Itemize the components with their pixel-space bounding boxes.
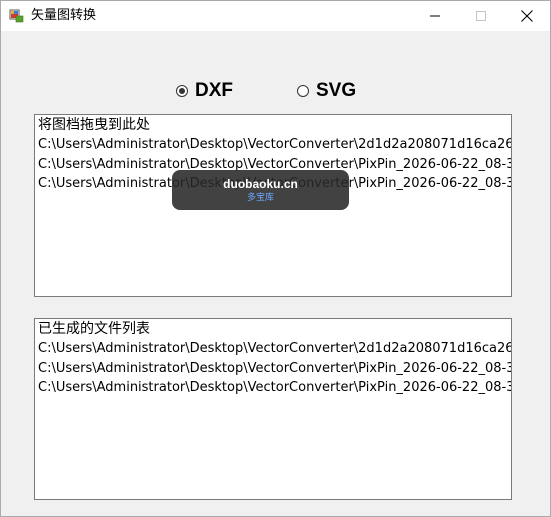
radio-svg-label: SVG <box>316 80 357 101</box>
watermark-overlay: duobaoku.cn 多宝库 <box>172 170 349 210</box>
radio-svg-indicator[interactable] <box>297 85 309 97</box>
app-icon <box>9 9 24 23</box>
output-list-header: 已生成的文件列表 <box>38 321 150 337</box>
window-title: 矢量图转换 <box>31 8 97 23</box>
close-button[interactable] <box>504 1 550 31</box>
list-item[interactable]: C:\Users\Administrator\Desktop\VectorCon… <box>35 378 511 398</box>
output-file-list[interactable]: 已生成的文件列表 C:\Users\Administrator\Desktop\… <box>34 318 512 500</box>
maximize-icon <box>476 11 486 21</box>
list-item[interactable]: C:\Users\Administrator\Desktop\VectorCon… <box>35 135 511 155</box>
watermark-main-text: duobaoku.cn <box>223 177 298 191</box>
minimize-button[interactable] <box>412 1 458 31</box>
app-window: 矢量图转换 DXF SVG 将图档拖曳到此处 C:\Users\Administ… <box>0 0 551 517</box>
title-bar[interactable]: 矢量图转换 <box>1 1 550 31</box>
close-icon <box>521 10 533 22</box>
radio-dxf-indicator[interactable] <box>176 85 188 97</box>
watermark-sub-text: 多宝库 <box>246 193 274 203</box>
radio-dxf-label: DXF <box>195 80 233 101</box>
minimize-icon <box>430 15 440 17</box>
drop-list-header: 将图档拖曳到此处 <box>38 117 150 133</box>
list-item[interactable]: C:\Users\Administrator\Desktop\VectorCon… <box>35 339 511 359</box>
radio-svg[interactable]: SVG <box>297 79 356 103</box>
radio-dxf[interactable]: DXF <box>176 79 233 103</box>
list-item[interactable]: C:\Users\Administrator\Desktop\VectorCon… <box>35 359 511 379</box>
maximize-button[interactable] <box>458 1 504 31</box>
